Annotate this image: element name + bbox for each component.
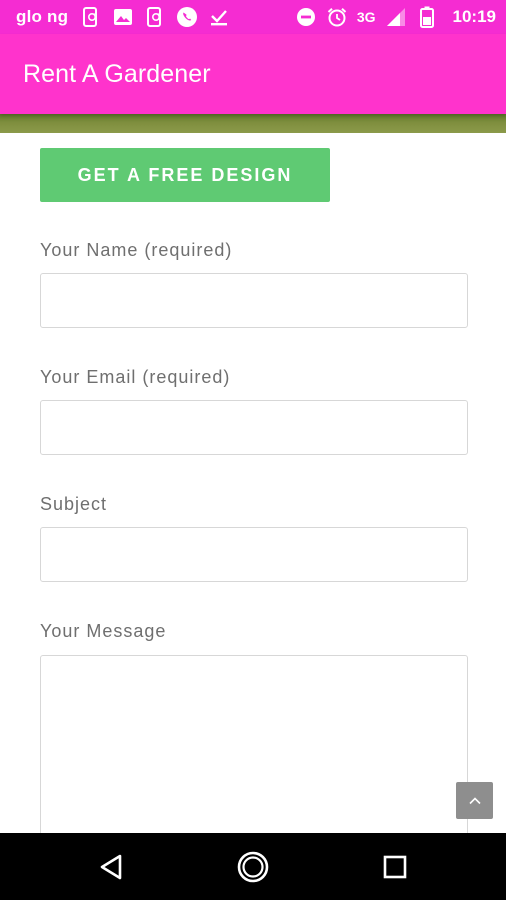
signal-icon [385, 6, 407, 28]
status-bar: glo ng 3G 10:19 [0, 0, 506, 34]
network-type-label: 3G [356, 9, 376, 25]
email-field[interactable] [40, 400, 468, 455]
app-bar: Rent A Gardener [0, 34, 506, 114]
chevron-up-icon [468, 796, 482, 806]
home-button[interactable] [223, 837, 283, 897]
scroll-to-top-button[interactable] [456, 782, 493, 819]
app-title: Rent A Gardener [23, 59, 211, 88]
whatsapp-icon [176, 6, 198, 28]
home-icon [236, 850, 270, 884]
phone-sync-icon [80, 6, 102, 28]
contact-form: GET A FREE DESIGN Your Name (required) Y… [0, 133, 506, 895]
get-free-design-button[interactable]: GET A FREE DESIGN [40, 148, 330, 202]
battery-icon [416, 6, 438, 28]
image-icon [112, 6, 134, 28]
status-left: glo ng [16, 6, 230, 28]
back-icon [98, 853, 124, 881]
phone-sync-icon [144, 6, 166, 28]
screen: glo ng 3G 10:19 Rent A Gardener GET A FR… [0, 0, 506, 900]
recents-icon [382, 854, 408, 880]
name-field[interactable] [40, 273, 468, 328]
subject-field[interactable] [40, 527, 468, 582]
navigation-bar [0, 833, 506, 900]
banner-image-strip [0, 114, 506, 133]
subject-label: Subject [40, 494, 108, 514]
back-button[interactable] [81, 837, 141, 897]
download-done-icon [208, 6, 230, 28]
do-not-disturb-icon [295, 6, 317, 28]
recents-button[interactable] [365, 837, 425, 897]
status-right: 3G 10:19 [295, 6, 496, 28]
email-label: Your Email (required) [40, 367, 231, 387]
message-label: Your Message [40, 621, 167, 641]
alarm-icon [326, 6, 348, 28]
carrier-name: glo ng [16, 7, 69, 26]
clock: 10:19 [452, 7, 496, 26]
name-label: Your Name (required) [40, 240, 233, 260]
